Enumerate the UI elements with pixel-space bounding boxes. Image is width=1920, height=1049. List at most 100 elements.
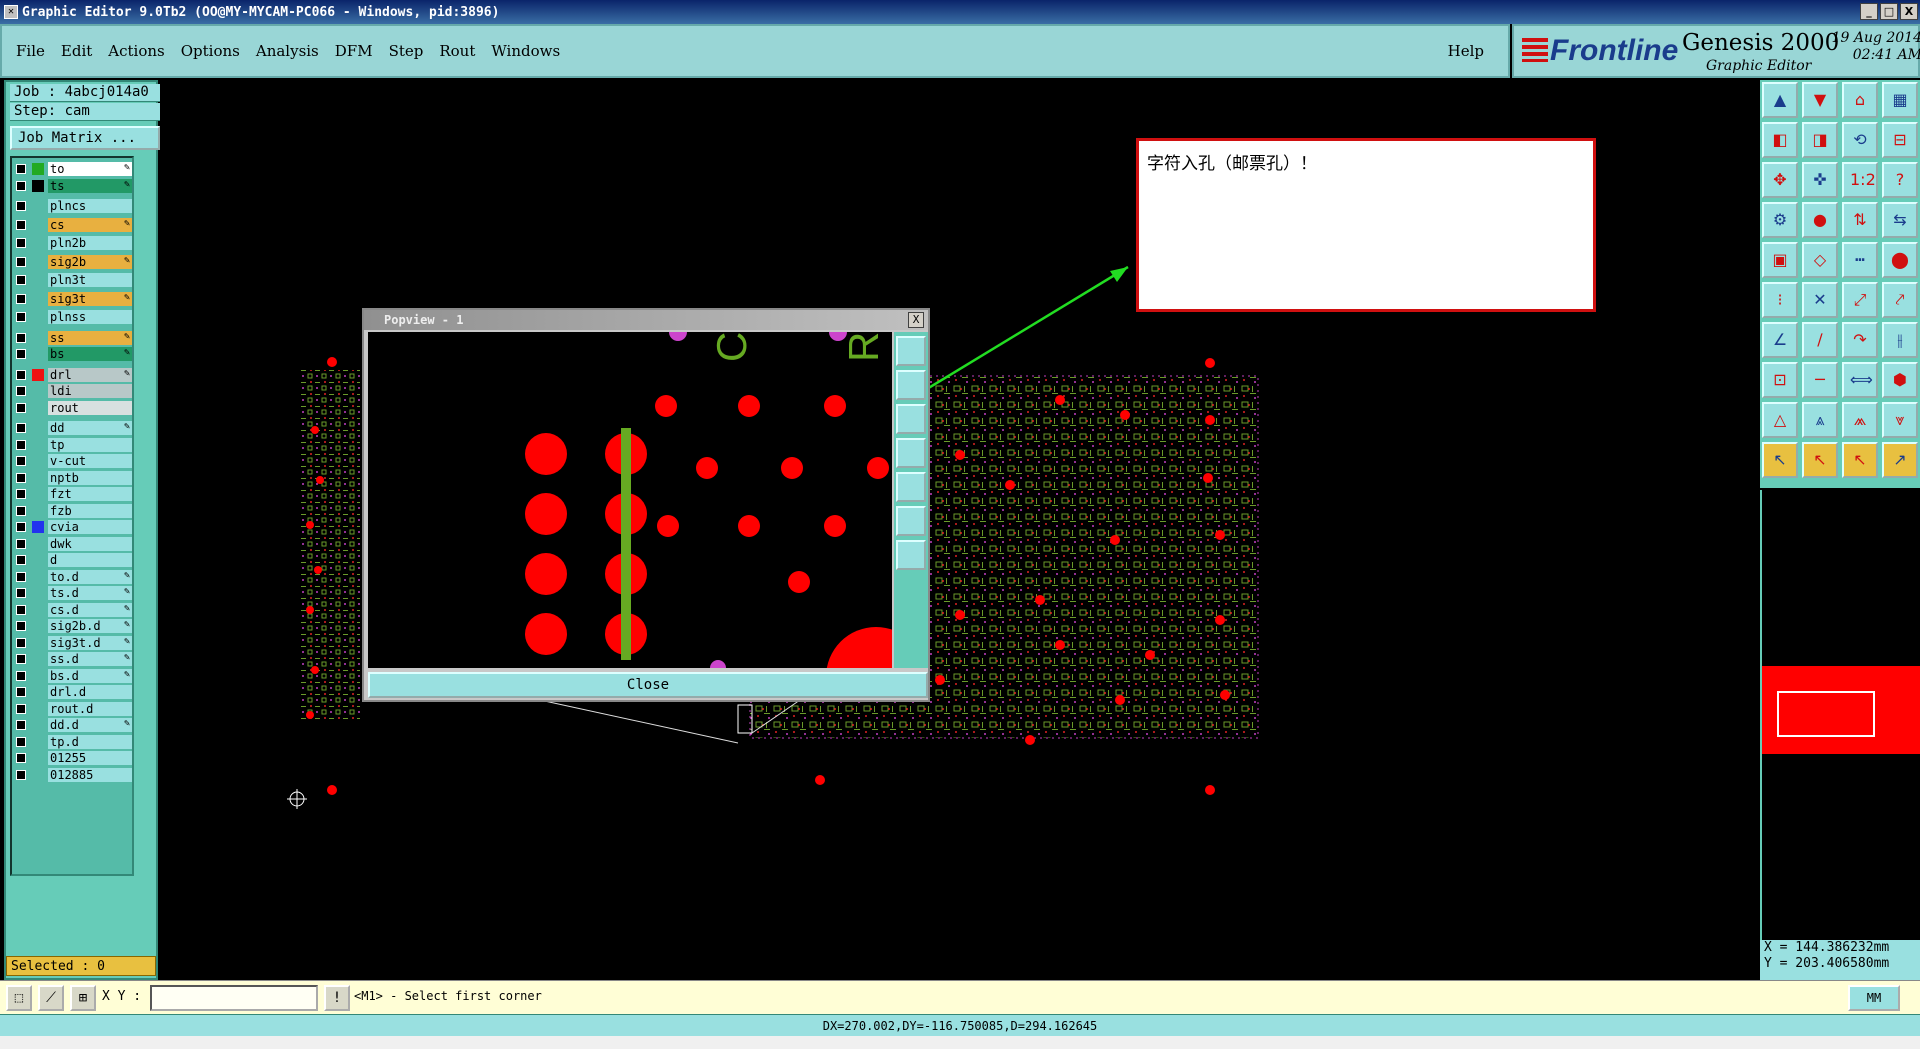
layer-checkbox[interactable]	[16, 256, 26, 267]
layer-row-sig2b-d[interactable]: sig2b.d ✎	[14, 619, 132, 633]
layer-row-tp-d[interactable]: tp.d	[14, 734, 132, 749]
popview-tool-1[interactable]	[896, 336, 926, 366]
menu-help[interactable]: Help	[1448, 42, 1484, 60]
layer-checkbox[interactable]	[16, 332, 26, 343]
layer-name[interactable]: cvia	[48, 520, 132, 534]
menu-analysis[interactable]: Analysis	[256, 42, 319, 60]
layer-row-sig3t[interactable]: sig3t ✎	[14, 291, 132, 306]
layer-name[interactable]: rout.d	[48, 701, 132, 716]
layer-checkbox[interactable]	[16, 621, 26, 631]
tool-add-circle-icon[interactable]: ⬤	[1882, 242, 1918, 278]
layer-checkbox[interactable]	[16, 293, 26, 304]
window-title-bar[interactable]: ✕ Graphic Editor 9.0Tb2 (OO@MY-MYCAM-PC0…	[0, 0, 1920, 24]
layer-checkbox[interactable]	[16, 654, 26, 664]
tool-pointer-route-icon[interactable]: ↗	[1882, 442, 1918, 478]
layer-checkbox[interactable]	[16, 402, 26, 413]
layer-name[interactable]: d	[48, 553, 132, 567]
layer-row-cs[interactable]: cs ✎	[14, 217, 132, 232]
popview-canvas[interactable]: C R	[368, 332, 892, 668]
layer-name[interactable]: v-cut	[48, 454, 132, 468]
layer-row-dwk[interactable]: dwk	[14, 536, 132, 551]
layer-row-012885[interactable]: 012885	[14, 767, 132, 782]
layer-row-to-d[interactable]: to.d ✎	[14, 569, 132, 584]
layer-checkbox[interactable]	[16, 423, 26, 433]
layer-row-ss[interactable]: ss ✎	[14, 330, 132, 345]
layer-name[interactable]: sig2b	[48, 254, 132, 269]
layer-name[interactable]: cs.d	[48, 602, 132, 617]
layer-checkbox[interactable]	[16, 736, 26, 747]
layer-row-ss-d[interactable]: ss.d ✎	[14, 652, 132, 666]
tool-view-3d-icon[interactable]: ⚙	[1762, 202, 1798, 238]
layer-name[interactable]: plncs	[48, 199, 132, 213]
tool-layer-swap-icon[interactable]: ⇅	[1842, 202, 1878, 238]
tool-line-select-icon[interactable]: ─	[1802, 362, 1838, 398]
grid-mode-icon[interactable]: ⊞	[70, 985, 96, 1011]
layer-row-sig3t-d[interactable]: sig3t.d ✎	[14, 635, 132, 650]
tool-add-pad-icon[interactable]: ▣	[1762, 242, 1798, 278]
tool-shape-group-icon[interactable]: ⬢	[1882, 362, 1918, 398]
layer-checkbox[interactable]	[16, 386, 26, 396]
popview-tool-3[interactable]	[896, 404, 926, 434]
layer-name[interactable]: bs	[48, 347, 132, 361]
popview-tool-6[interactable]	[896, 506, 926, 536]
layer-row-ts[interactable]: ts ✎	[14, 178, 132, 193]
layer-row-dd-d[interactable]: dd.d ✎	[14, 718, 132, 732]
layer-name[interactable]: dwk	[48, 536, 132, 551]
layer-name[interactable]: sig2b.d	[48, 619, 132, 633]
layer-checkbox[interactable]	[16, 219, 26, 230]
menu-dfm[interactable]: DFM	[335, 42, 373, 60]
layer-checkbox[interactable]	[16, 703, 26, 714]
layer-name[interactable]: tp.d	[48, 734, 132, 749]
layer-name[interactable]: pln3t	[48, 273, 132, 287]
layer-name[interactable]: bs.d	[48, 668, 132, 683]
layer-checkbox[interactable]	[16, 349, 26, 359]
layer-row-cs-d[interactable]: cs.d ✎	[14, 602, 132, 617]
alert-icon[interactable]: !	[324, 985, 350, 1011]
layer-row-dd[interactable]: dd ✎	[14, 421, 132, 435]
layer-checkbox[interactable]	[16, 312, 26, 322]
tool-pointer-select-icon[interactable]: ↖	[1802, 442, 1838, 478]
tool-zoom-1-1-icon[interactable]: 1:2	[1842, 162, 1878, 198]
layer-name[interactable]: pln2b	[48, 236, 132, 250]
layer-row-to[interactable]: to ✎	[14, 162, 132, 176]
tool-home-icon[interactable]: ⌂	[1842, 82, 1878, 118]
units-button[interactable]: MM	[1848, 985, 1900, 1011]
layer-name[interactable]: tp	[48, 437, 132, 452]
layer-row-plnss[interactable]: plnss	[14, 310, 132, 324]
layer-checkbox[interactable]	[16, 753, 26, 763]
menu-file[interactable]: File	[16, 42, 45, 60]
popview-title[interactable]: Popview - 1	[364, 310, 928, 330]
popview-close-x[interactable]: X	[908, 312, 924, 328]
tool-split-icon[interactable]: ⫲	[1882, 322, 1918, 358]
snap-mode-icon[interactable]: ⬚	[6, 985, 32, 1011]
close-button[interactable]: X	[1900, 3, 1918, 20]
layer-name[interactable]: to.d	[48, 569, 132, 584]
layer-name[interactable]: drl.d	[48, 685, 132, 699]
layer-name[interactable]: drl	[48, 367, 132, 382]
tool-redraw-icon[interactable]: ●	[1802, 202, 1838, 238]
tool-add-dash-icon[interactable]: ┅	[1842, 242, 1878, 278]
tool-step-down-icon[interactable]: ▼	[1802, 82, 1838, 118]
layer-row-cvia[interactable]: cvia	[14, 520, 132, 534]
menu-windows[interactable]: Windows	[491, 42, 560, 60]
layer-row-sig2b[interactable]: sig2b ✎	[14, 254, 132, 269]
tool-triangle-b-icon[interactable]: ⩓	[1802, 402, 1838, 438]
layer-name[interactable]: dd	[48, 421, 132, 435]
layer-checkbox[interactable]	[16, 489, 26, 499]
layer-name[interactable]: plnss	[48, 310, 132, 324]
layer-row-ts-d[interactable]: ts.d ✎	[14, 586, 132, 600]
job-matrix-button[interactable]: Job Matrix ...	[10, 126, 160, 150]
tool-triangle-d-icon[interactable]: ⩔	[1882, 402, 1918, 438]
xy-input[interactable]	[150, 985, 318, 1011]
tool-angle-2-icon[interactable]: ∕	[1802, 322, 1838, 358]
layer-name[interactable]: fzt	[48, 487, 132, 501]
popview-tool-5[interactable]	[896, 472, 926, 502]
layer-checkbox[interactable]	[16, 538, 26, 549]
maximize-button[interactable]: □	[1880, 3, 1898, 20]
tool-help-icon[interactable]: ?	[1882, 162, 1918, 198]
layer-row-ldi[interactable]: ldi	[14, 384, 132, 398]
layer-row-01255[interactable]: 01255	[14, 751, 132, 765]
popview-tool-4[interactable]	[896, 438, 926, 468]
tool-measure-icon[interactable]: ⟺	[1842, 362, 1878, 398]
layer-checkbox[interactable]	[16, 238, 26, 248]
